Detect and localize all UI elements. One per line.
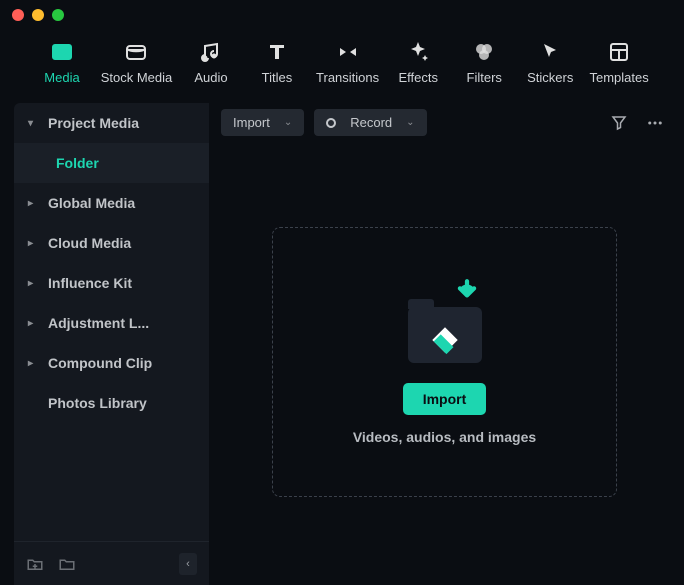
tab-media[interactable]: Media — [38, 40, 86, 85]
audio-icon — [199, 40, 223, 64]
record-dropdown[interactable]: Record ⌄ — [314, 109, 426, 136]
sidebar-item-label: Photos Library — [48, 395, 147, 411]
record-icon — [326, 118, 336, 128]
chevron-down-icon: ⌄ — [284, 117, 292, 128]
new-folder-icon[interactable] — [26, 555, 44, 573]
tab-label: Filters — [467, 70, 502, 85]
tab-stock-media[interactable]: Stock Media — [104, 40, 169, 85]
sidebar-item-photos-library[interactable]: ▸ Photos Library — [14, 383, 209, 423]
sidebar-item-cloud-media[interactable]: ▸ Cloud Media — [14, 223, 209, 263]
window-zoom-button[interactable] — [52, 9, 64, 21]
sidebar-item-label: Compound Clip — [48, 355, 152, 371]
tab-label: Stickers — [527, 70, 573, 85]
import-dropzone[interactable]: Import Videos, audios, and images — [272, 227, 617, 497]
sidebar-list: ▾ Project Media Folder ▸ Global Media ▸ … — [14, 103, 209, 541]
record-dropdown-label: Record — [350, 115, 392, 130]
window-minimize-button[interactable] — [32, 9, 44, 21]
collapse-sidebar-button[interactable]: ‹ — [179, 553, 197, 575]
transitions-icon — [336, 40, 360, 64]
chevron-down-icon: ⌄ — [406, 117, 414, 128]
tab-label: Effects — [398, 70, 438, 85]
tab-transitions[interactable]: Transitions — [319, 40, 376, 85]
import-graphic — [400, 279, 490, 369]
sidebar: ▾ Project Media Folder ▸ Global Media ▸ … — [14, 103, 209, 585]
main-toolbar: Import ⌄ Record ⌄ — [219, 103, 670, 148]
sidebar-item-compound-clip[interactable]: ▸ Compound Clip — [14, 343, 209, 383]
sidebar-item-label: Folder — [56, 155, 99, 171]
tab-templates[interactable]: Templates — [592, 40, 646, 85]
filters-icon — [472, 40, 496, 64]
sidebar-item-project-media[interactable]: ▾ Project Media — [14, 103, 209, 143]
sidebar-item-label: Project Media — [48, 115, 139, 131]
more-icon[interactable] — [642, 110, 668, 136]
chevron-right-icon: ▸ — [28, 318, 38, 329]
top-toolbar: Media Stock Media Audio Titles Transitio… — [0, 30, 684, 99]
sidebar-item-adjustment-layer[interactable]: ▸ Adjustment L... — [14, 303, 209, 343]
tab-filters[interactable]: Filters — [460, 40, 508, 85]
sidebar-item-label: Cloud Media — [48, 235, 131, 251]
effects-icon — [406, 40, 430, 64]
sidebar-item-folder[interactable]: Folder — [14, 143, 209, 183]
import-dropdown[interactable]: Import ⌄ — [221, 109, 304, 136]
download-arrow-icon — [450, 277, 484, 311]
sidebar-item-label: Global Media — [48, 195, 135, 211]
tab-audio[interactable]: Audio — [187, 40, 235, 85]
media-icon — [50, 40, 74, 64]
main-panel: Import ⌄ Record ⌄ — [209, 99, 684, 585]
import-dropdown-label: Import — [233, 115, 270, 130]
sidebar-item-label: Adjustment L... — [48, 315, 149, 331]
chevron-right-icon: ▸ — [28, 198, 38, 209]
tab-titles[interactable]: Titles — [253, 40, 301, 85]
window-close-button[interactable] — [12, 9, 24, 21]
tab-label: Stock Media — [101, 70, 173, 85]
tab-stickers[interactable]: Stickers — [526, 40, 574, 85]
chevron-right-icon: ▸ — [28, 358, 38, 369]
dropzone-area: Import Videos, audios, and images — [219, 148, 670, 575]
tab-effects[interactable]: Effects — [394, 40, 442, 85]
sidebar-item-label: Influence Kit — [48, 275, 132, 291]
tab-label: Transitions — [316, 70, 379, 85]
sidebar-item-influence-kit[interactable]: ▸ Influence Kit — [14, 263, 209, 303]
dropzone-hint: Videos, audios, and images — [353, 429, 536, 445]
tab-label: Titles — [262, 70, 293, 85]
titlebar — [0, 0, 684, 30]
folder-icon[interactable] — [58, 555, 76, 573]
chevron-right-icon: ▸ — [28, 238, 38, 249]
stock-media-icon — [124, 40, 148, 64]
chevron-right-icon: ▸ — [28, 278, 38, 289]
stickers-icon — [538, 40, 562, 64]
sidebar-footer: ‹ — [14, 541, 209, 585]
tab-label: Audio — [194, 70, 227, 85]
tab-label: Media — [44, 70, 79, 85]
chevron-down-icon: ▾ — [28, 118, 38, 129]
sidebar-item-global-media[interactable]: ▸ Global Media — [14, 183, 209, 223]
titles-icon — [265, 40, 289, 64]
templates-icon — [607, 40, 631, 64]
import-button[interactable]: Import — [403, 383, 487, 415]
filter-icon[interactable] — [606, 110, 632, 136]
tab-label: Templates — [589, 70, 648, 85]
